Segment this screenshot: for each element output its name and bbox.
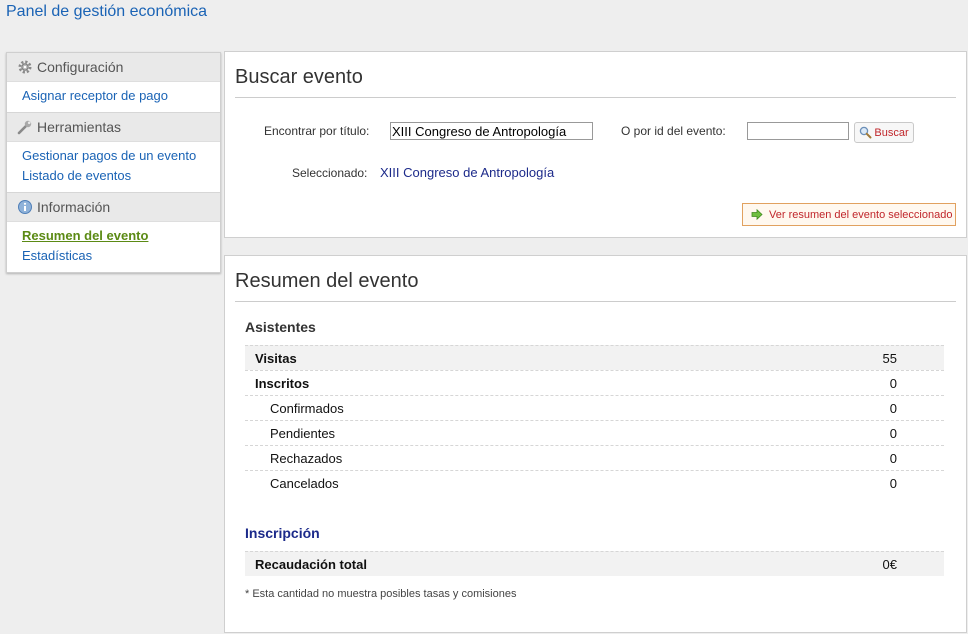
- gear-icon: [17, 59, 33, 75]
- stat-label: Pendientes: [270, 425, 336, 441]
- stat-label: Recaudación total: [255, 556, 367, 572]
- view-summary-button-label: Ver resumen del evento seleccionado: [769, 208, 953, 221]
- attendees-section-title: Asistentes: [245, 319, 316, 335]
- stat-value: 0: [889, 475, 897, 491]
- attendees-table: Visitas 55 Inscritos 0 Confirmados 0 Pen…: [245, 345, 944, 495]
- id-search-label: O por id del evento:: [621, 124, 726, 138]
- table-row: Recaudación total 0€: [245, 551, 944, 576]
- stat-value: 55: [882, 350, 897, 366]
- sidebar-section-title: Configuración: [37, 59, 124, 75]
- stat-value: 0: [889, 425, 897, 441]
- id-search-input[interactable]: [747, 122, 849, 140]
- stat-label: Rechazados: [270, 450, 343, 466]
- title-search-label: Encontrar por título:: [264, 124, 370, 138]
- view-summary-button[interactable]: Ver resumen del evento seleccionado: [742, 203, 956, 226]
- registration-table: Recaudación total 0€: [245, 551, 944, 576]
- sidebar-item-asignar-receptor[interactable]: Asignar receptor de pago: [22, 86, 220, 106]
- summary-panel-title: Resumen del evento: [235, 256, 956, 302]
- stat-value: 0: [889, 400, 897, 416]
- stat-label: Visitas: [255, 350, 297, 366]
- search-button-label: Buscar: [874, 126, 909, 139]
- selected-label: Seleccionado:: [292, 166, 368, 180]
- info-icon: [17, 199, 33, 215]
- app-title: Panel de gestión económica: [6, 3, 208, 20]
- sidebar: Configuración Asignar receptor de pago H…: [6, 52, 221, 273]
- sidebar-section-informacion: Información: [7, 192, 220, 222]
- table-row: Cancelados 0: [245, 470, 944, 495]
- table-row: Visitas 55: [245, 345, 944, 370]
- table-row: Rechazados 0: [245, 445, 944, 470]
- table-row: Confirmados 0: [245, 395, 944, 420]
- search-icon: [859, 126, 872, 139]
- stat-label: Cancelados: [270, 475, 339, 491]
- sidebar-item-gestionar-pagos[interactable]: Gestionar pagos de un evento: [22, 146, 220, 166]
- stat-value: 0: [889, 450, 897, 466]
- sidebar-section-items: Resumen del evento Estadísticas: [7, 222, 220, 272]
- sidebar-section-configuracion: Configuración: [7, 53, 220, 82]
- title-search-input[interactable]: [390, 122, 593, 140]
- table-row: Pendientes 0: [245, 420, 944, 445]
- sidebar-item-resumen-evento[interactable]: Resumen del evento: [22, 226, 220, 246]
- sidebar-section-herramientas: Herramientas: [7, 112, 220, 142]
- stat-label: Inscritos: [255, 375, 310, 391]
- search-panel: Buscar evento Encontrar por título: O po…: [224, 51, 967, 238]
- arrow-right-icon: [751, 209, 763, 220]
- sidebar-section-title: Información: [37, 199, 111, 215]
- stat-value: 0€: [882, 556, 897, 572]
- sidebar-item-listado-eventos[interactable]: Listado de eventos: [22, 166, 220, 186]
- stat-label: Confirmados: [270, 400, 344, 416]
- search-panel-title: Buscar evento: [235, 52, 956, 98]
- summary-panel: Resumen del evento Asistentes Visitas 55…: [224, 255, 967, 633]
- registration-section-title: Inscripción: [245, 525, 320, 541]
- sidebar-item-estadisticas[interactable]: Estadísticas: [22, 246, 220, 266]
- wrench-icon: [17, 119, 33, 135]
- sidebar-section-items: Gestionar pagos de un evento Listado de …: [7, 142, 220, 192]
- sidebar-section-items: Asignar receptor de pago: [7, 82, 220, 112]
- selected-event-value: XIII Congreso de Antropología: [380, 165, 555, 180]
- footnote: * Esta cantidad no muestra posibles tasa…: [245, 588, 517, 600]
- table-row: Inscritos 0: [245, 370, 944, 395]
- stat-value: 0: [889, 375, 897, 391]
- search-button[interactable]: Buscar: [854, 122, 914, 143]
- sidebar-section-title: Herramientas: [37, 119, 122, 135]
